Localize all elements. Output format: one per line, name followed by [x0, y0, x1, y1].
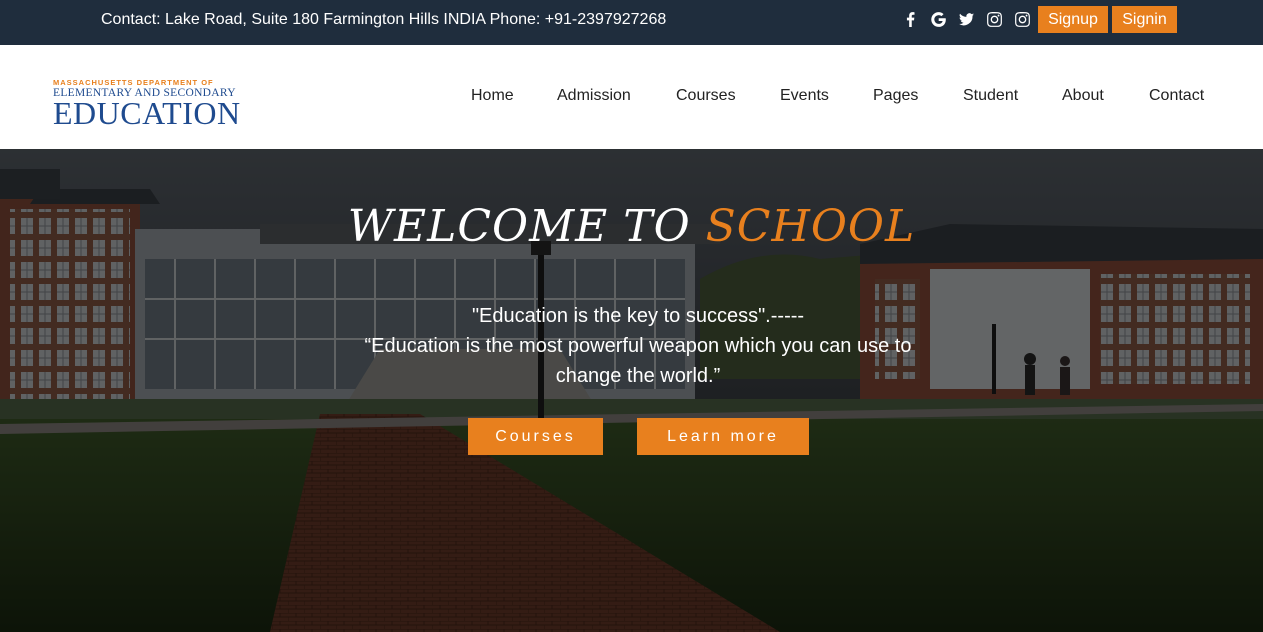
nav-item-courses[interactable]: Courses [676, 87, 736, 105]
hero-quote: "Education is the key to success".----- … [340, 301, 936, 391]
courses-button[interactable]: Courses [468, 418, 603, 455]
hero-title-white: WELCOME TO [347, 201, 706, 252]
nav-item-admission[interactable]: Admission [557, 87, 631, 105]
contact-info: Contact: Lake Road, Suite 180 Farmington… [101, 11, 667, 28]
signup-button[interactable]: Signup [1038, 6, 1108, 33]
nav-item-contact[interactable]: Contact [1149, 87, 1204, 105]
signin-button[interactable]: Signin [1112, 6, 1177, 33]
google-icon[interactable] [928, 8, 948, 30]
instagram-icon[interactable] [1012, 8, 1032, 30]
top-bar: Contact: Lake Road, Suite 180 Farmington… [0, 0, 1263, 45]
nav-menu: Home Admission Courses Events Pages Stud… [0, 87, 1263, 107]
logo-line-1: MASSACHUSETTS DEPARTMENT OF [53, 78, 214, 87]
social-links [900, 8, 1032, 30]
facebook-icon[interactable] [900, 8, 920, 30]
hero-quote-line-2: “Education is the most powerful weapon w… [364, 335, 912, 387]
nav-item-student[interactable]: Student [963, 87, 1018, 105]
nav-item-pages[interactable]: Pages [873, 87, 918, 105]
instagram-icon[interactable] [984, 8, 1004, 30]
hero-title: WELCOME TO SCHOOL [0, 201, 1263, 252]
nav-item-events[interactable]: Events [780, 87, 829, 105]
nav-item-home[interactable]: Home [471, 87, 514, 105]
hero-title-accent: SCHOOL [705, 201, 916, 252]
hero-quote-line-1: "Education is the key to success".----- [471, 305, 805, 327]
twitter-icon[interactable] [956, 8, 976, 30]
hero-banner: WELCOME TO SCHOOL "Education is the key … [0, 149, 1263, 632]
learn-more-button[interactable]: Learn more [637, 418, 809, 455]
nav-item-about[interactable]: About [1062, 87, 1104, 105]
main-navbar: MASSACHUSETTS DEPARTMENT OF ELEMENTARY A… [0, 45, 1263, 149]
